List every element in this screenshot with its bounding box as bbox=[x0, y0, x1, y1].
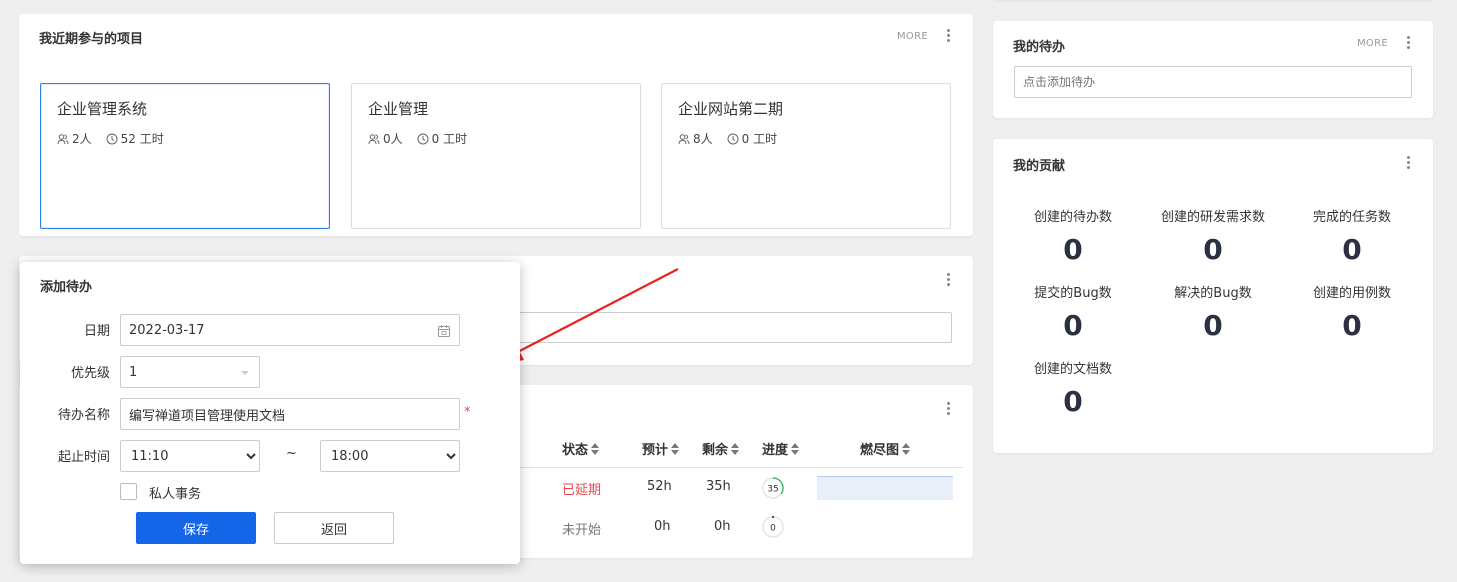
progress-ring: 0 bbox=[762, 515, 784, 538]
row-status: 未开始 bbox=[562, 523, 602, 538]
calendar-icon bbox=[438, 325, 450, 337]
dialog-title: 添加待办 bbox=[40, 280, 93, 295]
project-card[interactable]: 企业管理系统 2人 52 工时 bbox=[40, 83, 330, 229]
project-card[interactable]: 企业管理 0人 0 工时 bbox=[351, 83, 641, 229]
col-header-label: 状态 bbox=[562, 443, 589, 458]
date-field[interactable]: 2022-03-17 bbox=[120, 314, 460, 346]
sort-icon bbox=[671, 442, 680, 455]
stat-label: 创建的待办数 bbox=[1033, 210, 1112, 225]
col-header-label: 剩余 bbox=[702, 443, 729, 458]
private-checkbox[interactable] bbox=[120, 483, 137, 500]
todo-name-input[interactable]: 编写禅道项目管理使用文档 bbox=[120, 398, 460, 430]
start-time-select[interactable]: 11:10 bbox=[120, 440, 260, 472]
user-icon bbox=[57, 133, 69, 144]
todo-name-label: 待办名称 bbox=[57, 408, 110, 423]
todo-name-value: 编写禅道项目管理使用文档 bbox=[129, 408, 286, 424]
recent-projects-title: 我近期参与的项目 bbox=[39, 32, 144, 47]
add-todo-dialog: 添加待办 日期 2022-03-17 优先级 1 待办名称 编写禅道项目管理使用… bbox=[20, 262, 520, 564]
col-header-label: 进度 bbox=[762, 443, 789, 458]
time-separator: ~ bbox=[286, 446, 297, 461]
project-hours: 0 工时 bbox=[741, 132, 778, 146]
stat-label: 提交的Bug数 bbox=[1034, 286, 1112, 301]
save-button[interactable]: 保存 bbox=[136, 512, 256, 544]
col-header-status[interactable]: 状态 bbox=[562, 439, 600, 458]
date-value: 2022-03-17 bbox=[129, 322, 205, 338]
my-todo-panel: 我的待办 MORE bbox=[993, 21, 1433, 118]
kebab-menu-icon[interactable] bbox=[947, 29, 951, 43]
my-contribution-panel: 我的贡献 创建的待办数 0 创建的研发需求数 0 完成的任务数 0 提交的Bug… bbox=[993, 139, 1433, 453]
recent-projects-panel: 我近期参与的项目 MORE 企业管理系统 2人 52 工时 企业管理 0人 0 … bbox=[19, 14, 973, 236]
row-status: 已延期 bbox=[562, 483, 602, 498]
kebab-menu-icon[interactable] bbox=[947, 273, 951, 287]
stat-value: 0 bbox=[1203, 309, 1223, 342]
row-estimate: 52h bbox=[647, 479, 672, 494]
stat-label: 完成的任务数 bbox=[1312, 210, 1391, 225]
stat-label: 解决的Bug数 bbox=[1174, 286, 1252, 301]
stat-value: 0 bbox=[1063, 309, 1083, 342]
project-meta: 2人 52 工时 bbox=[57, 130, 164, 147]
project-card[interactable]: 企业网站第二期 8人 0 工时 bbox=[661, 83, 951, 229]
project-name: 企业网站第二期 bbox=[678, 100, 784, 118]
project-name: 企业管理 bbox=[368, 100, 429, 118]
sort-icon bbox=[731, 442, 740, 455]
project-members: 8人 bbox=[693, 132, 713, 146]
col-header-label: 燃尽图 bbox=[860, 443, 900, 458]
stat-label: 创建的文档数 bbox=[1033, 362, 1112, 377]
kebab-menu-icon[interactable] bbox=[1407, 156, 1411, 170]
project-members: 2人 bbox=[72, 132, 92, 146]
user-icon bbox=[678, 133, 690, 144]
time-range-label: 起止时间 bbox=[57, 450, 110, 465]
kebab-menu-icon[interactable] bbox=[947, 402, 951, 416]
more-link[interactable]: MORE bbox=[897, 31, 928, 42]
sort-icon bbox=[902, 442, 911, 455]
col-header-progress[interactable]: 进度 bbox=[762, 439, 800, 458]
end-time-select[interactable]: 18:00 bbox=[320, 440, 460, 472]
project-meta: 8人 0 工时 bbox=[678, 130, 777, 147]
user-icon bbox=[368, 133, 380, 144]
priority-label: 优先级 bbox=[70, 366, 110, 381]
col-header-left[interactable]: 剩余 bbox=[702, 439, 740, 458]
my-contribution-title: 我的贡献 bbox=[1013, 159, 1066, 174]
required-mark: * bbox=[464, 405, 471, 420]
stat-value: 0 bbox=[1203, 233, 1223, 266]
kebab-menu-icon[interactable] bbox=[1407, 36, 1411, 50]
table-header-divider bbox=[519, 467, 963, 468]
stat-label: 创建的研发需求数 bbox=[1160, 210, 1265, 225]
clock-icon bbox=[417, 133, 429, 144]
sort-icon bbox=[791, 442, 800, 455]
col-header-label: 预计 bbox=[642, 443, 669, 458]
stat-value: 0 bbox=[1342, 309, 1362, 342]
project-hours: 0 工时 bbox=[431, 132, 468, 146]
sort-icon bbox=[591, 442, 600, 455]
clock-icon bbox=[106, 133, 118, 144]
progress-ring: 35 bbox=[762, 477, 784, 499]
priority-value: 1 bbox=[129, 364, 138, 380]
stat-value: 0 bbox=[1063, 233, 1083, 266]
progress-value: 0 bbox=[770, 524, 776, 534]
date-label: 日期 bbox=[83, 324, 110, 339]
priority-select[interactable]: 1 bbox=[120, 356, 260, 388]
project-hours: 52 工时 bbox=[120, 132, 164, 146]
stat-value: 0 bbox=[1063, 385, 1083, 418]
burndown-chart bbox=[817, 476, 953, 500]
col-header-burndown[interactable]: 燃尽图 bbox=[860, 439, 911, 458]
progress-value: 35 bbox=[767, 485, 778, 495]
clock-icon bbox=[727, 133, 739, 144]
more-link[interactable]: MORE bbox=[1357, 38, 1388, 49]
add-todo-input[interactable] bbox=[1014, 66, 1412, 98]
col-header-estimate[interactable]: 预计 bbox=[642, 439, 680, 458]
row-estimate: 0h bbox=[654, 519, 671, 534]
stat-value: 0 bbox=[1342, 233, 1362, 266]
chevron-down-icon bbox=[241, 371, 249, 375]
project-meta: 0人 0 工时 bbox=[368, 130, 467, 147]
row-left: 0h bbox=[714, 519, 731, 534]
back-button[interactable]: 返回 bbox=[274, 512, 394, 544]
stat-label: 创建的用例数 bbox=[1312, 286, 1391, 301]
project-members: 0人 bbox=[383, 132, 403, 146]
private-label: 私人事务 bbox=[149, 487, 202, 502]
my-todo-title: 我的待办 bbox=[1013, 40, 1066, 55]
row-left: 35h bbox=[706, 479, 731, 494]
project-name: 企业管理系统 bbox=[57, 100, 148, 118]
